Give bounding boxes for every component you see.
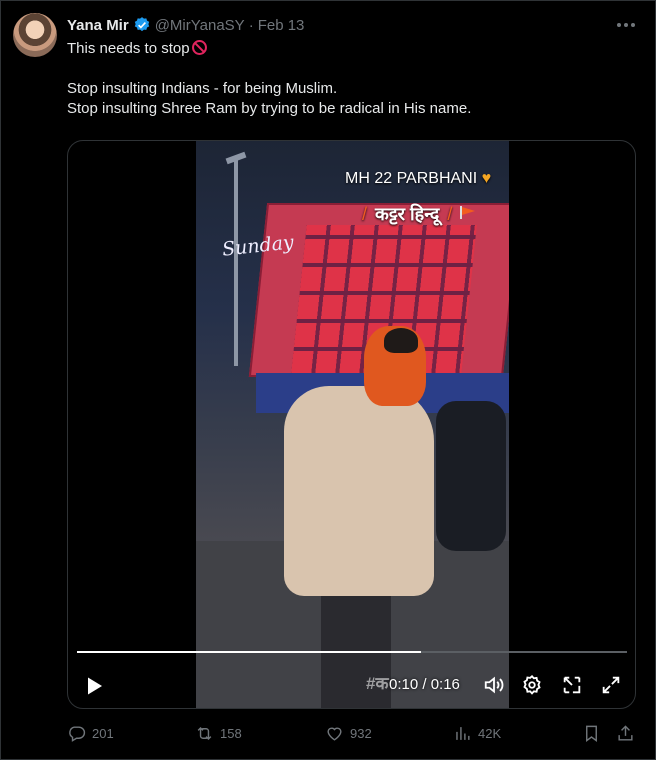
progress-fill [77, 651, 421, 653]
pip-icon[interactable] [561, 674, 583, 696]
no-entry-icon [191, 40, 207, 55]
text-line-3: Stop insulting Shree Ram by trying to be… [67, 100, 472, 117]
share-button[interactable] [616, 722, 641, 744]
overlay-bottom-text: #क [366, 674, 389, 693]
verified-badge-icon [134, 17, 149, 32]
person-hair [384, 328, 418, 353]
time-display: 0:10 / 0:16 [389, 676, 460, 693]
repost-count: 158 [220, 725, 242, 741]
motorbike [436, 401, 506, 551]
reply-icon [69, 725, 86, 742]
text-line-1: This needs to stop [67, 40, 190, 57]
more-icon [617, 23, 635, 27]
share-icon [618, 724, 633, 741]
volume-icon[interactable] [483, 674, 505, 696]
bookmark-button[interactable] [582, 722, 607, 744]
post-date[interactable]: Feb 13 [258, 17, 305, 34]
like-count: 932 [350, 725, 372, 741]
reply-count: 201 [92, 725, 114, 741]
author-handle[interactable]: @MirYanaSY [155, 17, 245, 34]
video-frame[interactable]: MH 22 PARBHANI ♥ / कट्टर हिन्दू / Sunday #… [196, 141, 509, 708]
repost-icon [197, 726, 212, 740]
like-button[interactable]: 932 [325, 722, 372, 744]
action-bar: 201 158 932 42K [67, 722, 642, 744]
saffron-flag-icon [460, 206, 476, 219]
repost-button[interactable]: 158 [195, 722, 242, 744]
person-body [284, 386, 434, 596]
separator-dot: · [248, 16, 254, 34]
more-button[interactable] [612, 14, 640, 36]
tweet-text: This needs to stop Stop insulting Indian… [67, 39, 627, 119]
fullscreen-icon[interactable] [600, 674, 622, 696]
text-line-2: Stop insulting Indians - for being Musli… [67, 80, 338, 97]
overlay-title: MH 22 PARBHANI ♥ [345, 170, 492, 187]
video-player[interactable]: MH 22 PARBHANI ♥ / कट्टर हिन्दू / Sunday #… [67, 140, 636, 709]
lamp-post [234, 156, 238, 366]
views-button[interactable]: 42K [453, 722, 501, 744]
bookmark-icon [586, 725, 597, 742]
like-icon [327, 727, 342, 741]
progress-bar[interactable] [77, 651, 627, 653]
author-name[interactable]: Yana Mir [67, 17, 129, 34]
play-icon[interactable] [82, 674, 106, 698]
views-count: 42K [478, 725, 502, 741]
reply-button[interactable]: 201 [67, 722, 114, 744]
tweet-header: Yana Mir @MirYanaSY · Feb 13 [67, 15, 304, 35]
views-icon [456, 726, 470, 740]
avatar[interactable] [13, 13, 57, 57]
overlay-subtitle: / कट्टर हिन्दू / [354, 202, 476, 226]
settings-icon[interactable] [521, 674, 543, 696]
